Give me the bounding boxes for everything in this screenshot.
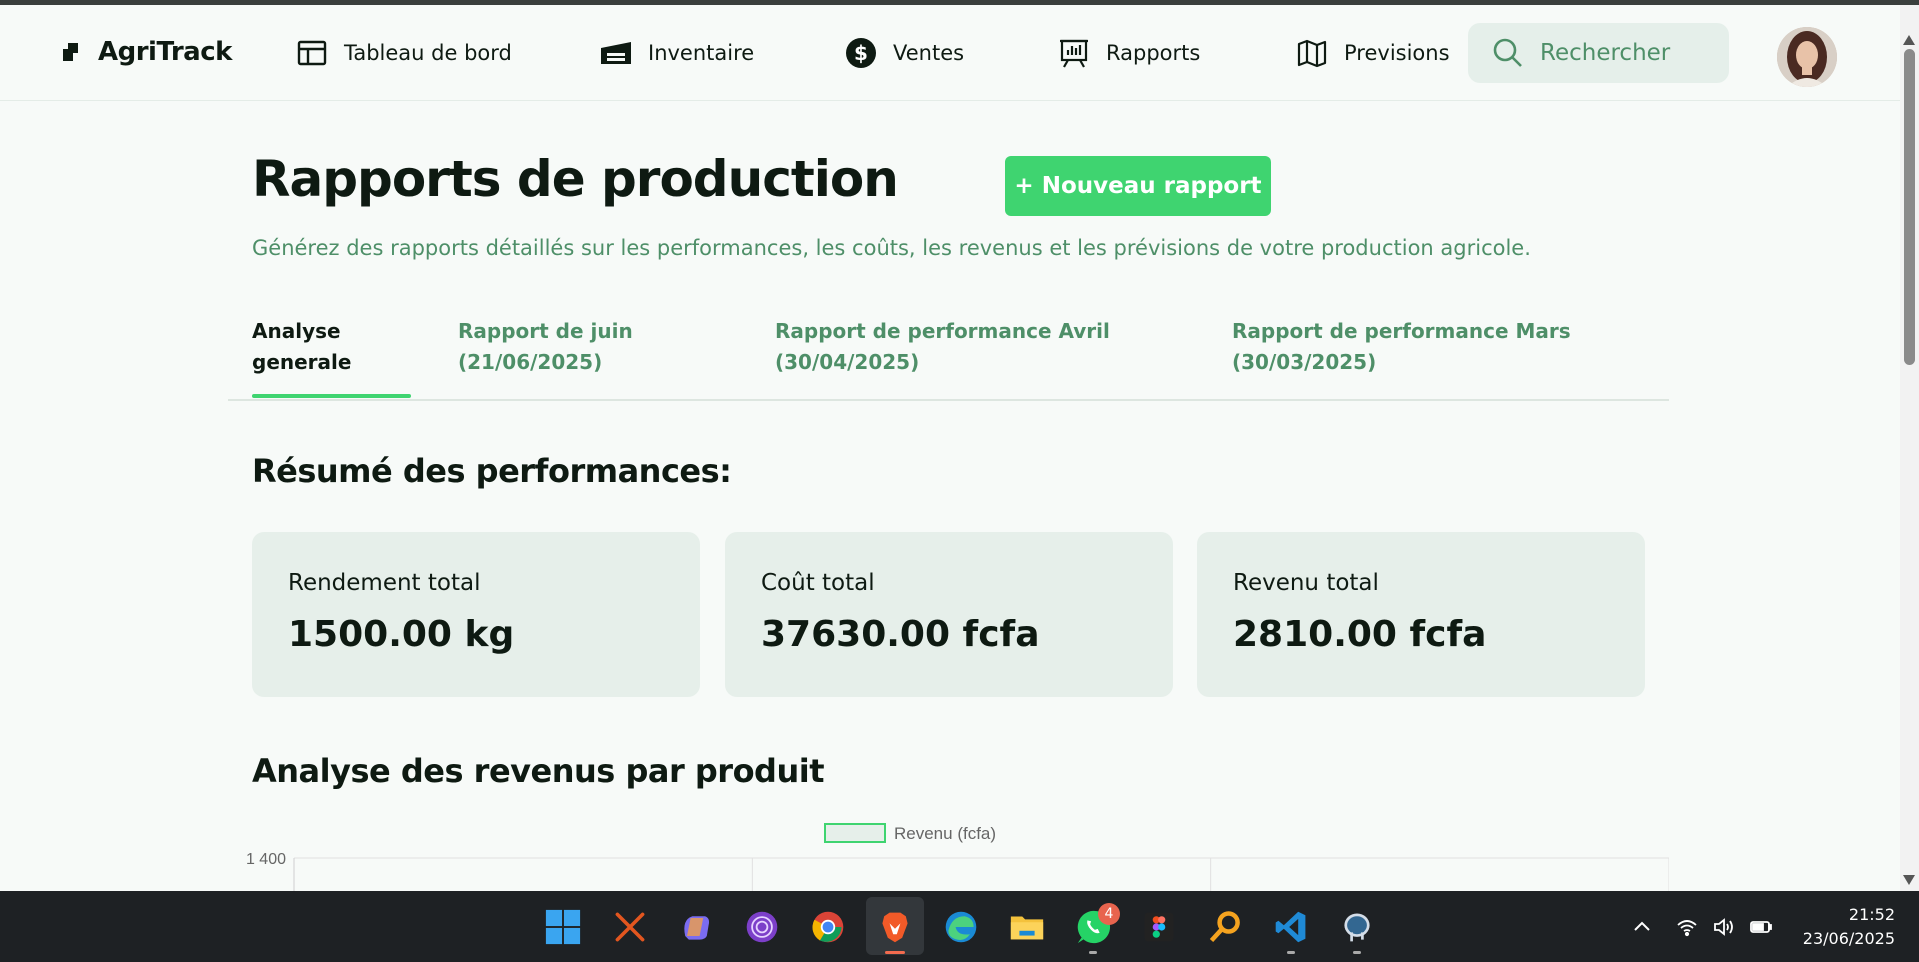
figma-icon[interactable] <box>1139 907 1179 947</box>
summary-card-yield: Rendement total 1500.00 kg <box>252 532 700 697</box>
card-value: 1500.00 kg <box>288 614 515 655</box>
tab-june-report[interactable]: Rapport de juin (21/06/2025) <box>458 316 633 378</box>
user-avatar[interactable] <box>1777 27 1837 87</box>
postgresql-icon[interactable] <box>1337 907 1377 947</box>
app-running-dot <box>1353 951 1361 954</box>
page-title: Rapports de production <box>252 150 899 208</box>
card-label: Revenu total <box>1233 570 1379 596</box>
vertical-scrollbar[interactable] <box>1900 5 1919 891</box>
brand-name: AgriTrack <box>98 37 232 67</box>
nav-item-reports[interactable]: Rapports <box>1058 37 1200 69</box>
vscode-icon[interactable] <box>1271 907 1311 947</box>
nav-item-label: Tableau de bord <box>344 41 512 65</box>
search-box[interactable] <box>1468 23 1729 83</box>
tab-april-report[interactable]: Rapport de performance Avril (30/04/2025… <box>775 316 1110 378</box>
tor-browser-icon[interactable] <box>742 907 782 947</box>
app-running-dot <box>1089 951 1097 954</box>
card-value: 2810.00 fcfa <box>1233 614 1487 655</box>
nav-item-inventory[interactable]: Inventaire <box>600 37 754 69</box>
file-explorer-icon[interactable] <box>1007 907 1047 947</box>
revenue-analysis-title: Analyse des revenus par produit <box>252 752 825 790</box>
active-tab-indicator <box>252 394 411 398</box>
nav-item-label: Previsions <box>1344 41 1450 65</box>
edge-icon[interactable] <box>941 907 981 947</box>
tab-label-line1: Rapport de performance Avril <box>775 319 1110 343</box>
legend-label: Revenu (fcfa) <box>894 824 996 843</box>
brand[interactable]: AgriTrack <box>60 37 232 67</box>
map-icon <box>1297 39 1327 68</box>
page-subtitle: Générez des rapports détaillés sur les p… <box>252 236 1531 260</box>
dollar-icon: $ <box>846 38 876 68</box>
wifi-icon[interactable] <box>1675 915 1699 939</box>
card-value: 37630.00 fcfa <box>761 614 1040 655</box>
revenue-bar-chart: Revenu (fcfa) 1 400 <box>246 823 1669 891</box>
clock-date: 23/06/2025 <box>1802 929 1895 948</box>
x-app-icon[interactable] <box>610 907 650 947</box>
tab-label-line2: (30/04/2025) <box>775 350 920 374</box>
chrome-icon[interactable] <box>808 907 848 947</box>
windows-start-icon[interactable] <box>543 907 583 947</box>
scroll-down-arrow-icon[interactable] <box>1903 875 1915 885</box>
nav-item-sales[interactable]: $ Ventes <box>845 37 964 69</box>
summary-card-cost: Coût total 37630.00 fcfa <box>725 532 1173 697</box>
clock-time: 21:52 <box>1848 905 1895 924</box>
tab-label-line1: Analyse <box>252 319 341 343</box>
summary-card-revenue: Revenu total 2810.00 fcfa <box>1197 532 1645 697</box>
search-icon <box>1493 38 1522 67</box>
top-navbar: AgriTrack Tableau de bord Inventaire $ V… <box>0 5 1900 101</box>
legend-swatch <box>824 823 886 843</box>
nav-item-label: Inventaire <box>648 41 755 65</box>
tab-label-line2: (30/03/2025) <box>1232 350 1377 374</box>
svg-text:$: $ <box>854 41 868 65</box>
nav-item-label: Ventes <box>893 41 965 65</box>
agritrack-logo-icon <box>60 40 84 64</box>
tab-label-line2: generale <box>252 350 352 374</box>
tab-general-analysis[interactable]: Analyse generale <box>252 316 351 378</box>
nav-item-dashboard[interactable]: Tableau de bord <box>296 37 512 69</box>
card-label: Coût total <box>761 570 875 596</box>
tab-march-report[interactable]: Rapport de performance Mars (30/03/2025) <box>1232 316 1571 378</box>
active-app-dot <box>885 951 905 954</box>
whatsapp-badge: 4 <box>1098 903 1120 925</box>
search-tool-icon[interactable] <box>1205 907 1245 947</box>
system-clock[interactable]: 21:52 23/06/2025 <box>1803 903 1895 951</box>
chevron-up-icon[interactable] <box>1630 915 1654 939</box>
scroll-up-arrow-icon[interactable] <box>1903 35 1915 45</box>
y-tick-label: 1 400 <box>246 851 286 868</box>
report-tabs: Analyse generale Rapport de juin (21/06/… <box>228 312 1669 401</box>
card-label: Rendement total <box>288 570 481 596</box>
windows-taskbar: 4 21:52 23/06/2025 <box>0 891 1919 962</box>
copilot-icon[interactable] <box>676 907 716 947</box>
presentation-chart-icon <box>1060 39 1088 68</box>
volume-icon[interactable] <box>1712 915 1736 939</box>
warehouse-icon <box>601 42 631 64</box>
nav-item-forecasts[interactable]: Previsions <box>1296 37 1450 69</box>
new-report-button[interactable]: + Nouveau rapport <box>1005 156 1271 216</box>
summary-title: Résumé des performances: <box>252 452 732 490</box>
tab-label-line2: (21/06/2025) <box>458 350 603 374</box>
scroll-thumb[interactable] <box>1904 49 1915 365</box>
nav-item-label: Rapports <box>1106 41 1201 65</box>
tab-label-line1: Rapport de juin <box>458 319 633 343</box>
search-input[interactable] <box>1540 40 1710 66</box>
app-running-dot <box>1287 951 1295 954</box>
battery-icon[interactable] <box>1749 915 1773 939</box>
tab-label-line1: Rapport de performance Mars <box>1232 319 1571 343</box>
avatar-image <box>1777 27 1837 87</box>
brave-icon[interactable] <box>875 907 915 947</box>
dashboard-icon <box>297 40 327 66</box>
